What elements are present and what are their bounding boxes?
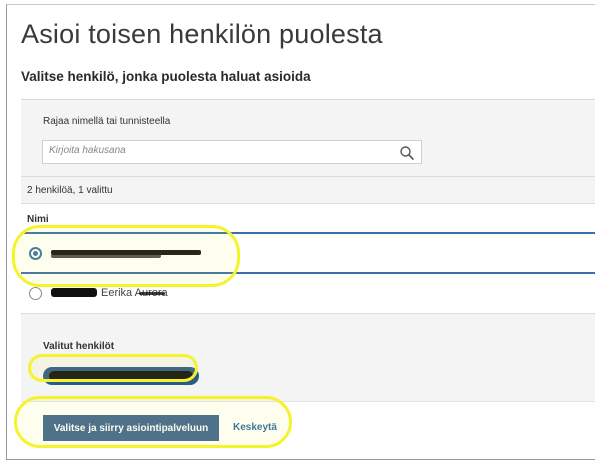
selected-people-section: Valitut henkilöt [21,323,595,401]
results-count: 2 henkilöä, 1 valittu [27,185,113,196]
column-header: Nimi [21,204,595,234]
redaction-mark [49,371,193,381]
window-frame: Asioi toisen henkilön puolesta Valitse h… [6,4,595,460]
filter-label: Rajaa nimellä tai tunnisteella [43,116,171,127]
person-row-1[interactable] [21,234,595,274]
person-row-2[interactable]: Eerika Aurora [21,274,595,314]
selected-people-label: Valitut henkilöt [43,341,115,352]
selected-person-chip[interactable] [43,367,199,385]
results-count-row: 2 henkilöä, 1 valittu [21,176,595,204]
column-header-name: Nimi [27,214,49,225]
cancel-link[interactable]: Keskeytä [233,422,277,433]
person-selection-panel: Rajaa nimellä tai tunnisteella 2 henkilö… [21,99,595,452]
radio-selected[interactable] [29,247,42,260]
action-bar: Valitse ja siirry asiointipalveluun Kesk… [21,401,595,452]
select-and-continue-button[interactable]: Valitse ja siirry asiointipalveluun [43,415,219,441]
search-icon[interactable] [399,145,415,161]
redaction-mark [139,292,165,295]
search-input[interactable] [49,145,389,156]
redaction-mark [51,254,161,258]
search-box [42,140,422,164]
page-subtitle: Valitse henkilö, jonka puolesta haluat a… [21,69,311,84]
person-list: Nimi Eerika Aurora [21,204,595,314]
radio-unselected[interactable] [29,287,42,300]
page-title: Asioi toisen henkilön puolesta [21,19,383,49]
redaction-mark [51,288,97,297]
